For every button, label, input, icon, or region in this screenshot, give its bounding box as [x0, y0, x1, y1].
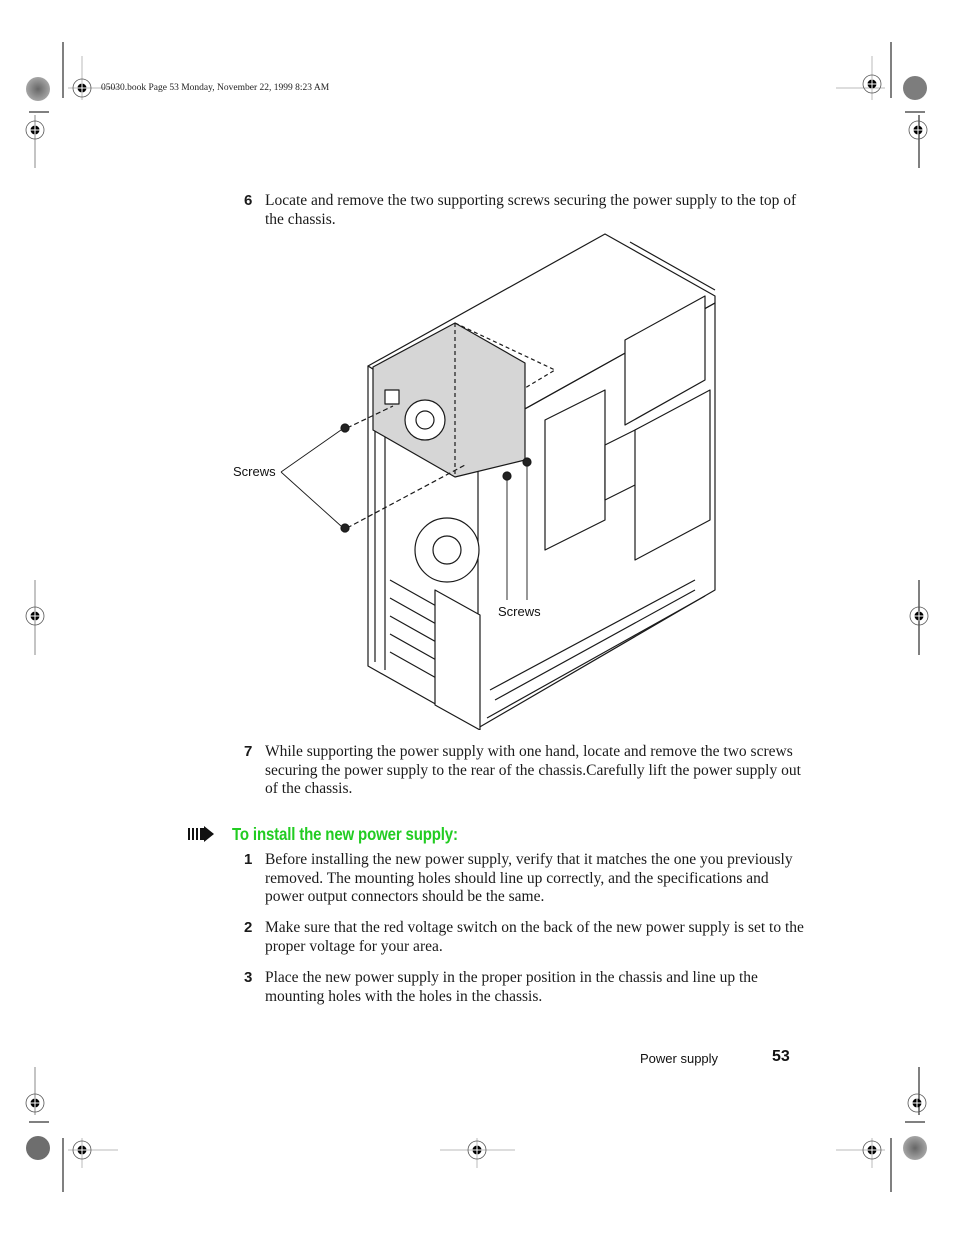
callout-top-screws: Screws	[498, 604, 541, 619]
step-7: 7 While supporting the power supply with…	[244, 743, 804, 799]
callout-rear-screws: Screws	[233, 464, 276, 479]
procedure-title: To install the new power supply:	[232, 823, 458, 844]
procedure-arrow-icon	[188, 826, 214, 842]
chassis-illustration: Screws Screws	[225, 230, 725, 731]
top-screw-right	[522, 457, 532, 467]
step-number: 3	[244, 969, 253, 986]
step-text: Before installing the new power supply, …	[265, 851, 793, 906]
rear-screw-top	[340, 423, 350, 433]
install-step-3: 3 Place the new power supply in the prop…	[244, 969, 804, 1006]
footer-section-name: Power supply	[640, 1051, 719, 1066]
chassis-diagram: Screws Screws	[233, 233, 716, 731]
step-text: While supporting the power supply with o…	[265, 743, 801, 798]
install-step-2: 2 Make sure that the red voltage switch …	[244, 919, 804, 956]
install-step-1: 1 Before installing the new power supply…	[244, 851, 804, 907]
step-6: 6 Locate and remove the two supporting s…	[244, 192, 804, 229]
step-text: Place the new power supply in the proper…	[265, 969, 758, 1005]
step-text: Make sure that the red voltage switch on…	[265, 919, 804, 955]
book-slug-line: 05030.book Page 53 Monday, November 22, …	[101, 83, 330, 93]
procedure-heading: To install the new power supply:	[188, 822, 495, 846]
step-text: Locate and remove the two supporting scr…	[265, 192, 797, 228]
drive-cage	[544, 389, 606, 551]
step-number: 1	[244, 851, 253, 868]
top-screw-left	[502, 471, 512, 481]
page-number: 53	[772, 1048, 790, 1065]
step-number: 2	[244, 919, 253, 936]
step-number: 6	[244, 192, 253, 209]
step-number: 7	[244, 743, 253, 760]
rear-screw-bottom	[340, 523, 350, 533]
